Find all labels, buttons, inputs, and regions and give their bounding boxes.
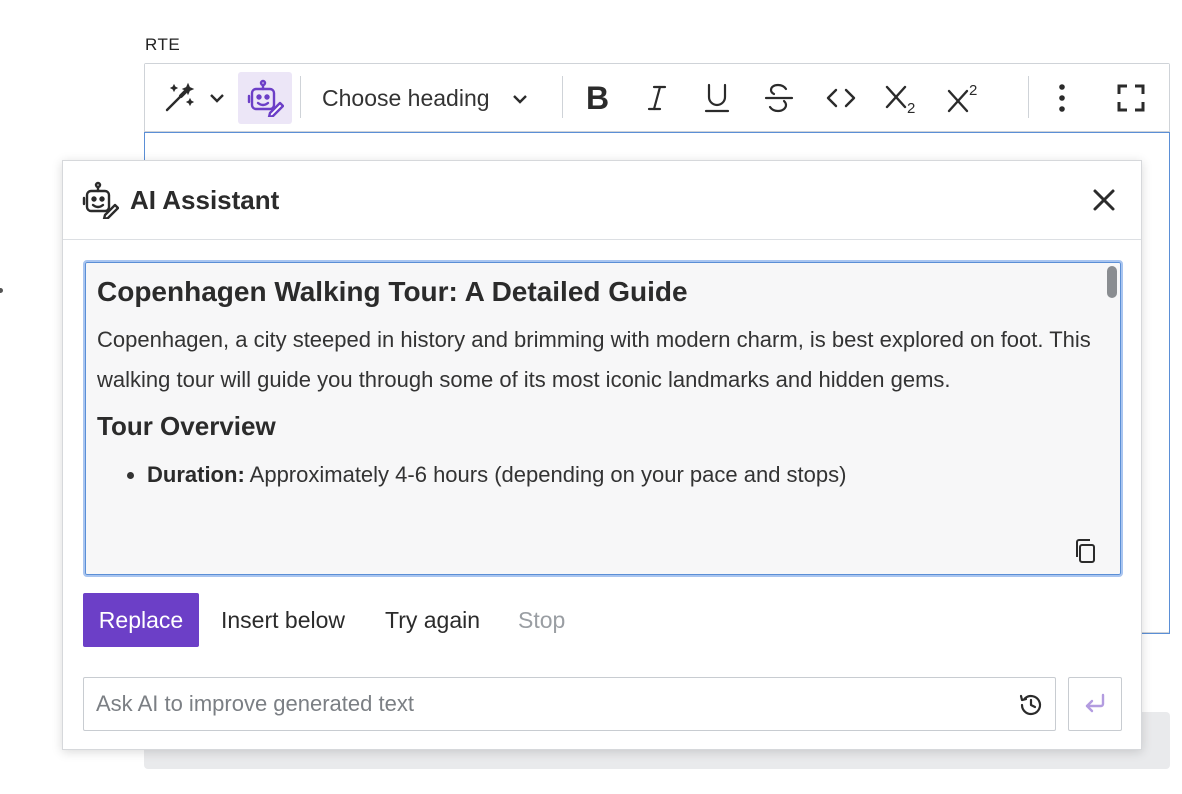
superscript-icon[interactable]: 2 [943, 72, 985, 124]
response-title: Copenhagen Walking Tour: A Detailed Guid… [97, 276, 688, 307]
subscript-icon[interactable]: 2 [881, 72, 923, 124]
replace-button[interactable]: Replace [83, 593, 199, 647]
submit-prompt-button[interactable] [1068, 677, 1122, 731]
svg-text:2: 2 [969, 82, 977, 99]
underline-icon[interactable] [697, 72, 737, 124]
toolbar-separator [300, 76, 301, 118]
toolbar-separator [1028, 76, 1029, 118]
ai-prompt-field [83, 677, 1056, 731]
more-vertical-icon[interactable] [1044, 72, 1080, 124]
scrollbar-thumb[interactable] [1107, 266, 1117, 298]
list-item-text: Approximately 4-6 hours (depending on yo… [244, 462, 847, 487]
edge-dot [0, 288, 3, 293]
chevron-down-icon [510, 88, 530, 115]
strikethrough-icon[interactable] [759, 72, 799, 124]
field-label: RTE [145, 35, 181, 54]
try-again-button[interactable]: Try again [385, 593, 480, 647]
response-intro: Copenhagen, a city steeped in history an… [97, 327, 1091, 392]
heading-select-label: Choose heading [322, 84, 490, 111]
list-item: Duration: Approximately 4-6 hours (depen… [127, 460, 1102, 490]
close-icon[interactable] [1087, 183, 1121, 217]
italic-icon[interactable] [637, 72, 677, 124]
ai-response-content: Copenhagen Walking Tour: A Detailed Guid… [97, 272, 1102, 490]
code-icon[interactable] [821, 72, 861, 124]
toolbar-separator [562, 76, 563, 118]
enter-icon [1085, 693, 1105, 713]
ai-robot-icon[interactable] [238, 72, 292, 124]
fullscreen-icon[interactable] [1111, 72, 1151, 124]
svg-text:2: 2 [907, 100, 915, 115]
history-icon[interactable] [1017, 691, 1045, 719]
magic-wand-icon[interactable] [159, 72, 199, 124]
ai-prompt-input[interactable] [84, 678, 1004, 730]
ai-response-panel[interactable]: Copenhagen Walking Tour: A Detailed Guid… [83, 260, 1123, 577]
stop-button[interactable]: Stop [518, 593, 565, 647]
copy-icon[interactable] [1071, 536, 1099, 566]
response-section-heading: Tour Overview [97, 411, 276, 441]
heading-select[interactable]: Choose heading [308, 72, 548, 124]
insert-below-button[interactable]: Insert below [221, 593, 345, 647]
ai-assistant-dialog: AI Assistant Copenhagen Walking Tour: A … [62, 160, 1142, 750]
bold-icon[interactable]: B [577, 72, 617, 124]
list-item-label: Duration: [147, 462, 245, 487]
rte-toolbar: Choose heading B 2 2 [145, 64, 1169, 132]
ai-robot-icon [81, 181, 120, 224]
dialog-title: AI Assistant [130, 185, 280, 215]
response-actions: Replace Insert below Try again Stop [83, 593, 883, 647]
chevron-down-icon[interactable] [203, 72, 231, 124]
svg-text:B: B [586, 83, 609, 113]
dialog-header: AI Assistant [63, 161, 1141, 240]
